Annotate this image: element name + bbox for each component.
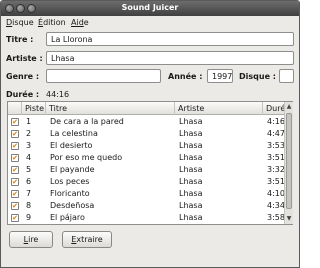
track-duration: 4:34: [267, 201, 285, 210]
track-number: 5: [26, 165, 32, 174]
track-number: 2: [26, 129, 32, 138]
track-title: Por eso me quedo: [50, 153, 123, 162]
sound-juicer-window: Sound Juicer Disque Édition Aide Titre :…: [0, 0, 300, 268]
track-artist: Lhasa: [179, 153, 203, 162]
track-artist: Lhasa: [179, 165, 203, 174]
album-title-field[interactable]: La Llorona: [46, 32, 294, 46]
track-artist: Lhasa: [179, 201, 203, 210]
disc-label: Disque :: [239, 72, 276, 81]
track-title: El payande: [50, 165, 95, 174]
track-duration: 3:51: [267, 177, 285, 186]
menu-aide[interactable]: Aide: [71, 18, 89, 27]
track-list-header: Piste Titre Artiste Durée: [8, 102, 290, 115]
read-button[interactable]: Lire: [9, 231, 53, 248]
artist-label: Artiste :: [6, 54, 43, 63]
menu-disque[interactable]: Disque: [6, 18, 34, 27]
track-title: Los peces: [50, 177, 90, 186]
track-list: Piste Titre Artiste Durée ✔ 1 De cara a la…: [7, 101, 293, 225]
checkbox-checked-icon[interactable]: ✔: [11, 190, 19, 198]
checkbox-checked-icon[interactable]: ✔: [11, 202, 19, 210]
track-number: 7: [26, 189, 32, 198]
track-row[interactable]: ✔ 2 La celestina Lhasa 4:47: [8, 128, 285, 140]
track-row[interactable]: ✔ 3 El desierto Lhasa 3:53: [8, 140, 285, 152]
checkbox-checked-icon[interactable]: ✔: [11, 214, 19, 222]
track-row[interactable]: ✔ 5 El payande Lhasa 3:32: [8, 164, 285, 176]
track-artist: Lhasa: [179, 189, 203, 198]
title-bar[interactable]: Sound Juicer: [1, 1, 299, 16]
track-artist: Lhasa: [179, 117, 203, 126]
column-header-title[interactable]: Titre: [46, 102, 175, 115]
extract-button[interactable]: Extraire: [62, 231, 112, 248]
track-artist: Lhasa: [179, 141, 203, 150]
track-title: Desdeñosa: [50, 201, 95, 210]
disc-field[interactable]: [279, 69, 294, 83]
genre-field[interactable]: [46, 69, 161, 83]
track-duration: 3:53: [267, 141, 285, 150]
track-number: 3: [26, 141, 32, 150]
checkbox-checked-icon[interactable]: ✔: [11, 142, 19, 150]
column-header-track[interactable]: Piste: [22, 102, 46, 115]
year-field[interactable]: 1997: [207, 69, 233, 83]
track-list-scrollbar[interactable]: ▲ ▼: [284, 102, 293, 224]
checkbox-checked-icon[interactable]: ✔: [11, 178, 19, 186]
track-title: El pájaro: [50, 213, 85, 222]
track-row[interactable]: ✔ 8 Desdeñosa Lhasa 4:34: [8, 200, 285, 212]
column-header-artist[interactable]: Artiste: [175, 102, 263, 115]
track-duration: 4:47: [267, 129, 285, 138]
scroll-up-icon[interactable]: ▲: [285, 102, 293, 111]
genre-label: Genre :: [6, 72, 40, 81]
track-title: De cara a la pared: [50, 117, 124, 126]
track-artist: Lhasa: [179, 213, 203, 222]
track-title: El desierto: [50, 141, 93, 150]
menu-bar: Disque Édition Aide: [1, 16, 299, 30]
track-duration: 4:16: [267, 117, 285, 126]
year-label: Année :: [168, 72, 203, 81]
window-title: Sound Juicer: [121, 3, 179, 12]
column-header-duration[interactable]: Durée: [263, 102, 290, 115]
track-title: La celestina: [50, 129, 98, 138]
checkbox-checked-icon[interactable]: ✔: [11, 166, 19, 174]
duration-value: 44:16: [46, 90, 70, 99]
scrollbar-thumb[interactable]: [286, 113, 292, 209]
track-title: Floricanto: [50, 189, 90, 198]
scroll-down-icon[interactable]: ▼: [285, 214, 293, 223]
menu-edition[interactable]: Édition: [38, 18, 66, 27]
track-row[interactable]: ✔ 1 De cara a la pared Lhasa 4:16: [8, 116, 285, 128]
track-duration: 3:58: [267, 213, 285, 222]
album-title-label: Titre :: [6, 35, 34, 44]
duration-label: Durée :: [6, 90, 40, 99]
track-number: 1: [26, 117, 32, 126]
checkbox-checked-icon[interactable]: ✔: [11, 130, 19, 138]
track-artist: Lhasa: [179, 129, 203, 138]
track-row[interactable]: ✔ 9 El pájaro Lhasa 3:58: [8, 212, 285, 224]
checkbox-checked-icon[interactable]: ✔: [11, 154, 19, 162]
track-number: 6: [26, 177, 32, 186]
track-row[interactable]: ✔ 6 Los peces Lhasa 3:51: [8, 176, 285, 188]
track-row[interactable]: ✔ 4 Por eso me quedo Lhasa 3:51: [8, 152, 285, 164]
track-artist: Lhasa: [179, 177, 203, 186]
track-number: 9: [26, 213, 32, 222]
track-number: 4: [26, 153, 32, 162]
column-header-select[interactable]: [8, 102, 22, 115]
track-duration: 3:32: [267, 165, 285, 174]
artist-field[interactable]: Lhasa: [46, 51, 294, 65]
track-number: 8: [26, 201, 32, 210]
track-row[interactable]: ✔ 7 Floricanto Lhasa 4:10: [8, 188, 285, 200]
checkbox-checked-icon[interactable]: ✔: [11, 118, 19, 126]
track-duration: 3:51: [267, 153, 285, 162]
track-duration: 4:10: [267, 189, 285, 198]
